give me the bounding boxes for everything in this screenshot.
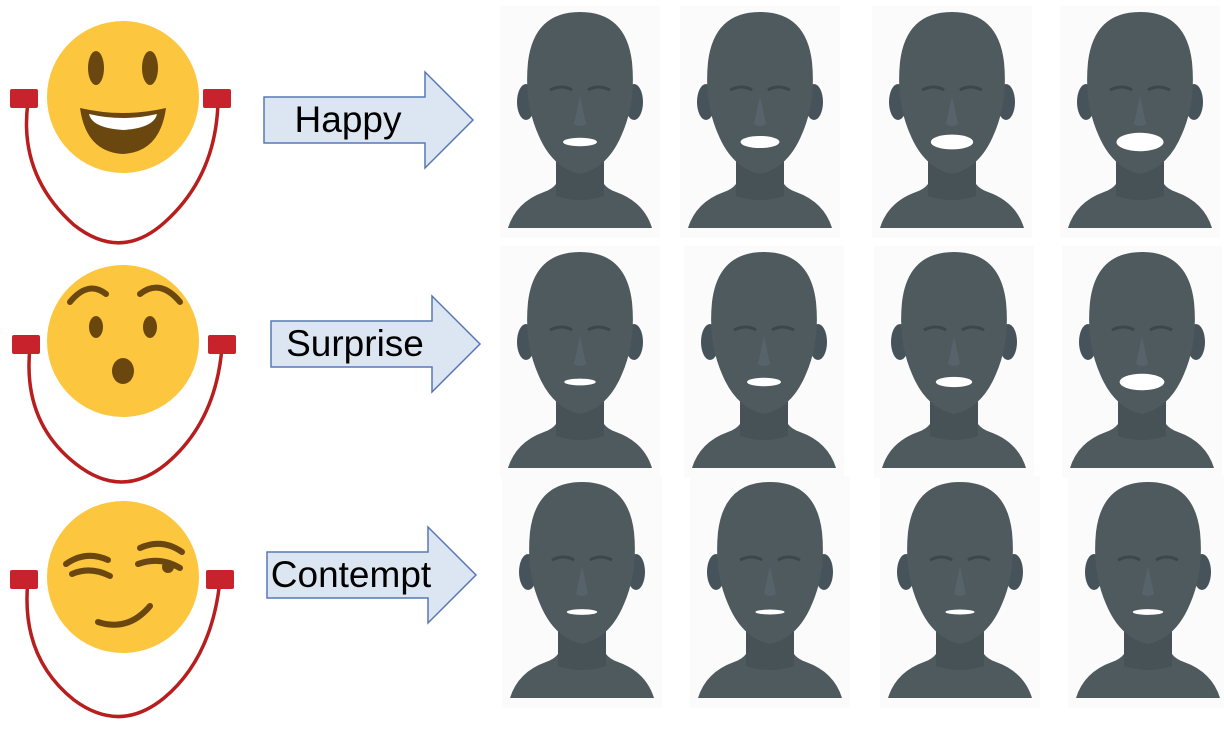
expression-label: Happy bbox=[294, 99, 402, 140]
head-mesh bbox=[1095, 482, 1201, 644]
head-mesh bbox=[527, 252, 633, 414]
mouth-teeth bbox=[564, 378, 596, 386]
head-mesh bbox=[711, 252, 817, 414]
expression-row-surprise: Surprise bbox=[0, 244, 1224, 488]
head-mesh-frame-4 bbox=[1060, 6, 1220, 238]
head-mesh-frame-4 bbox=[1062, 246, 1222, 478]
expression-label: Contempt bbox=[270, 554, 432, 595]
head-mesh-frame-3 bbox=[874, 246, 1034, 478]
smirking-face-icon bbox=[10, 501, 234, 719]
expression-row-happy: Happy bbox=[0, 0, 1224, 245]
mouth-teeth bbox=[566, 609, 598, 615]
head-mesh bbox=[707, 12, 813, 174]
mouth-teeth bbox=[1132, 609, 1164, 615]
head-mesh bbox=[899, 12, 1005, 174]
mouth-teeth bbox=[945, 609, 975, 615]
head-mesh-frame-3 bbox=[880, 476, 1040, 708]
grinning-face-icon bbox=[10, 21, 231, 245]
head-mesh-frame-2 bbox=[684, 246, 844, 478]
arrow-surprise: Surprise bbox=[270, 294, 485, 394]
mouth-teeth bbox=[935, 376, 973, 388]
arrow-contempt: Contempt bbox=[266, 525, 481, 625]
head-mesh-frame-1 bbox=[502, 476, 662, 708]
head-mesh bbox=[907, 482, 1013, 644]
head-mesh-frame-2 bbox=[680, 6, 840, 238]
mouth-teeth bbox=[747, 377, 781, 387]
arrow-happy: Happy bbox=[263, 70, 478, 170]
head-mesh-frame-3 bbox=[872, 6, 1032, 238]
expression-label: Surprise bbox=[286, 323, 424, 364]
mouth-teeth bbox=[755, 609, 785, 615]
head-mesh-frame-1 bbox=[500, 246, 660, 478]
head-mesh bbox=[717, 482, 823, 644]
mouth-teeth bbox=[1119, 373, 1165, 391]
head-mesh bbox=[529, 482, 635, 644]
mouth-teeth bbox=[740, 135, 780, 149]
head-mesh bbox=[901, 252, 1007, 414]
head-mesh-frame-4 bbox=[1068, 476, 1224, 708]
head-mesh-frame-2 bbox=[690, 476, 850, 708]
hushed-face-icon bbox=[12, 265, 236, 484]
head-mesh-frame-1 bbox=[500, 6, 660, 238]
head-mesh bbox=[527, 12, 633, 174]
expression-row-contempt: Contempt bbox=[0, 472, 1224, 719]
mouth-teeth bbox=[930, 134, 974, 150]
mouth-teeth bbox=[1116, 132, 1164, 152]
mouth-teeth bbox=[563, 137, 597, 147]
